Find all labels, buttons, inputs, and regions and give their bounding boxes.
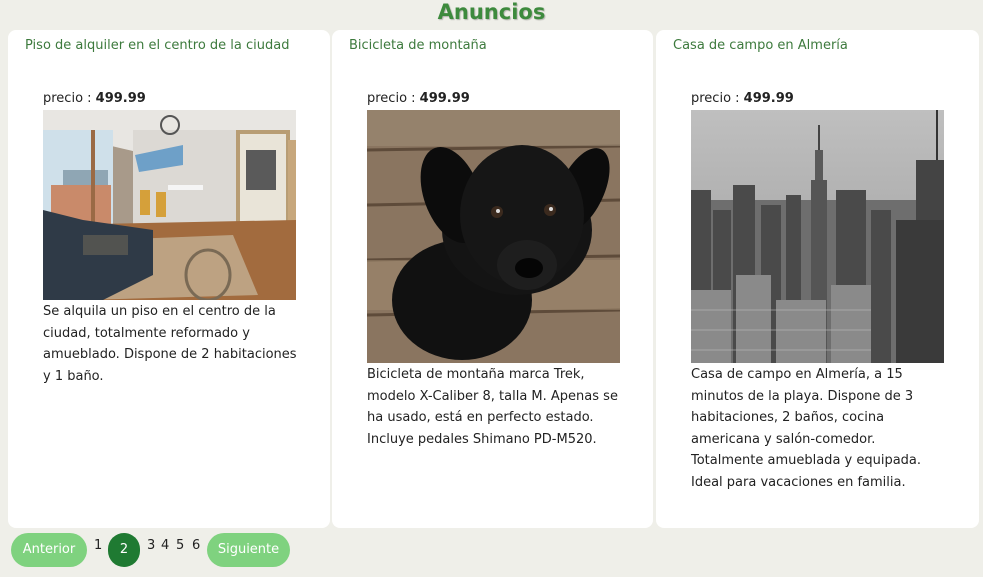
next-page-button[interactable]: Siguiente bbox=[207, 533, 290, 567]
page-link-5[interactable]: 5 bbox=[176, 538, 184, 553]
black-puppy-photo[interactable] bbox=[367, 110, 620, 363]
listing-price: precio : 499.99 bbox=[43, 91, 146, 106]
price-value: 499.99 bbox=[95, 91, 146, 106]
page-link-1[interactable]: 1 bbox=[94, 538, 102, 553]
listing-title[interactable]: Piso de alquiler en el centro de la ciud… bbox=[25, 38, 289, 53]
page-link-6[interactable]: 6 bbox=[192, 538, 200, 553]
listing-card: Bicicleta de montaña precio : 499.99 Bic… bbox=[332, 30, 653, 528]
city-skyline-photo[interactable] bbox=[691, 110, 944, 363]
page-title: Anuncios bbox=[437, 0, 546, 24]
living-room-photo[interactable] bbox=[43, 110, 296, 300]
listing-card: Casa de campo en Almería precio : 499.99 bbox=[656, 30, 979, 528]
page-link-2-current[interactable]: 2 bbox=[108, 533, 140, 567]
listing-description: Bicicleta de montaña marca Trek, modelo … bbox=[367, 367, 618, 447]
listing-description: Se alquila un piso en el centro de la ci… bbox=[43, 304, 297, 384]
price-value: 499.99 bbox=[743, 91, 794, 106]
price-label: precio : bbox=[691, 91, 744, 106]
page-link-4[interactable]: 4 bbox=[161, 538, 169, 553]
listing-price: precio : 499.99 bbox=[367, 91, 470, 106]
price-label: precio : bbox=[43, 91, 96, 106]
previous-page-button[interactable]: Anterior bbox=[11, 533, 87, 567]
listing-card: Piso de alquiler en el centro de la ciud… bbox=[8, 30, 330, 528]
listing-description: Casa de campo en Almería, a 15 minutos d… bbox=[691, 367, 922, 490]
listing-price: precio : 499.99 bbox=[691, 91, 794, 106]
listing-title[interactable]: Casa de campo en Almería bbox=[673, 38, 848, 53]
price-label: precio : bbox=[367, 91, 420, 106]
page-link-3[interactable]: 3 bbox=[147, 538, 155, 553]
price-value: 499.99 bbox=[419, 91, 470, 106]
listing-title[interactable]: Bicicleta de montaña bbox=[349, 38, 487, 53]
